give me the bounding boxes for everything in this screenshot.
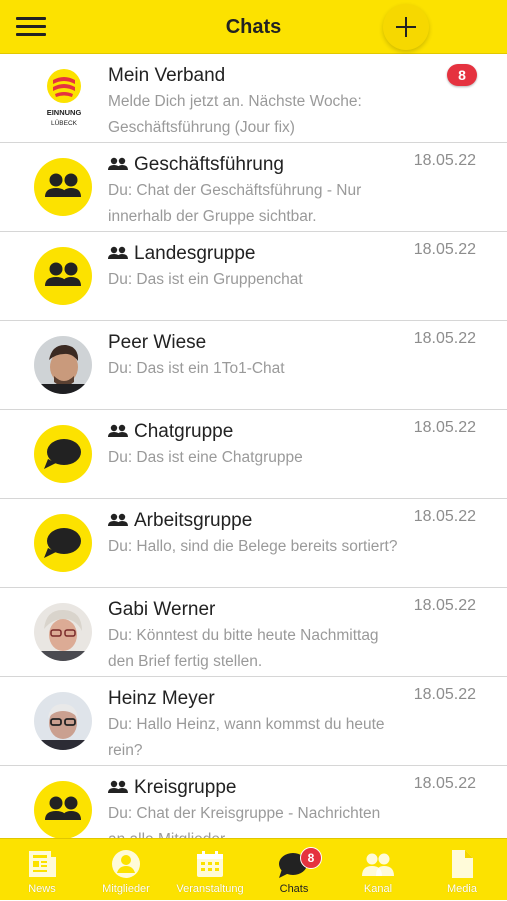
chat-name: Gabi Werner (108, 599, 216, 620)
chat-preview: Melde Dich jetzt an. Nächste Woche: Gesc… (108, 93, 362, 136)
newspaper-icon (29, 851, 56, 877)
tab-chats[interactable]: 8 Chats (252, 839, 336, 901)
group-icon (45, 796, 81, 820)
tab-media[interactable]: Media (420, 839, 504, 901)
group-avatar (34, 781, 92, 839)
chat-item-mein-verband[interactable]: EINNUNG LÜBECK Mein Verband Melde Dich j… (0, 54, 507, 143)
group-chat-icon (108, 246, 128, 259)
chat-name: Peer Wiese (108, 332, 207, 353)
svg-text:LÜBECK: LÜBECK (51, 119, 78, 127)
tab-label: Veranstaltung (176, 883, 244, 895)
chat-date: 18.05.22 (413, 686, 476, 703)
chat-item-heinz-meyer[interactable]: Heinz Meyer Du: Hallo Heinz, wann kommst… (0, 677, 507, 766)
tab-label: News (28, 883, 56, 895)
chat-name: Landesgruppe (134, 243, 256, 264)
chat-name-row: Arbeitsgruppe (108, 509, 252, 533)
chat-bubble-icon (44, 528, 81, 558)
chat-name: Mein Verband (108, 65, 226, 86)
document-icon (452, 850, 473, 878)
chat-bubble-avatar (34, 514, 92, 572)
tab-news[interactable]: News (0, 839, 84, 901)
chat-name: Kreisgruppe (134, 777, 237, 798)
avatar-photo (34, 336, 92, 394)
chat-name: Heinz Meyer (108, 688, 215, 709)
chat-name: Arbeitsgruppe (134, 510, 253, 531)
chat-date: 18.05.22 (413, 419, 476, 436)
group-icon (362, 853, 394, 876)
chat-name: Chatgruppe (134, 421, 234, 442)
chat-item-landesgruppe[interactable]: Landesgruppe Du: Das ist ein Gruppenchat… (0, 232, 507, 321)
chat-item-gabi-werner[interactable]: Gabi Werner Du: Könntest du bitte heute … (0, 588, 507, 677)
chat-date: 18.05.22 (413, 241, 476, 258)
tab-kanal[interactable]: Kanal (336, 839, 420, 901)
chat-item-chatgruppe[interactable]: Chatgruppe Du: Das ist eine Chatgruppe 1… (0, 410, 507, 499)
group-avatar (34, 247, 92, 305)
chat-preview: Du: Das ist eine Chatgruppe (108, 449, 303, 466)
bottom-tab-bar: News Mitglieder Veranstaltung 8 Chats Ka… (0, 838, 507, 900)
chat-date: 18.05.22 (413, 152, 476, 169)
avatar-photo (34, 603, 92, 661)
group-icon (45, 262, 81, 286)
chat-preview: Du: Hallo, sind die Belege bereits sorti… (108, 538, 398, 555)
chat-name-row: Kreisgruppe (108, 776, 236, 800)
chat-list: EINNUNG LÜBECK Mein Verband Melde Dich j… (0, 54, 507, 855)
group-avatar (34, 158, 92, 216)
chat-item-geschaeftsfuehrung[interactable]: Geschäftsführung Du: Chat der Geschäftsf… (0, 143, 507, 232)
tab-badge: 8 (300, 847, 322, 869)
chat-preview: Du: Könntest du bitte heute Nachmittag d… (108, 627, 379, 670)
chat-name-row: Geschäftsführung (108, 153, 284, 177)
tab-label: Kanal (363, 883, 393, 895)
tab-mitglieder[interactable]: Mitglieder (84, 839, 168, 901)
innung-luebeck-logo: EINNUNG LÜBECK (36, 66, 92, 132)
chat-item-peer-wiese[interactable]: Peer Wiese Du: Das ist ein 1To1-Chat 18.… (0, 321, 507, 410)
unread-badge: 8 (447, 64, 477, 86)
tab-label: Chats (279, 883, 309, 895)
tab-label: Media (447, 883, 477, 895)
add-chat-button[interactable] (383, 4, 429, 50)
chat-name: Geschäftsführung (134, 154, 284, 175)
chat-preview: Du: Hallo Heinz, wann kommst du heute re… (108, 716, 385, 759)
avatar-photo (34, 692, 92, 750)
chat-name-row: Chatgruppe (108, 420, 233, 444)
chat-preview: Du: Das ist ein 1To1-Chat (108, 360, 285, 377)
chat-date: 18.05.22 (413, 508, 476, 525)
chat-bubble-icon (44, 439, 81, 469)
chat-bubble-avatar (34, 425, 92, 483)
tab-veranstaltung[interactable]: Veranstaltung (168, 839, 252, 901)
tab-label: Mitglieder (102, 883, 150, 895)
group-icon (45, 173, 81, 197)
group-chat-icon (108, 157, 128, 170)
group-chat-icon (108, 424, 128, 437)
chat-item-arbeitsgruppe[interactable]: Arbeitsgruppe Du: Hallo, sind die Belege… (0, 499, 507, 588)
calendar-icon (197, 851, 223, 877)
chat-preview: Du: Das ist ein Gruppenchat (108, 271, 303, 288)
svg-text:EINNUNG: EINNUNG (47, 108, 82, 117)
chat-date: 18.05.22 (413, 775, 476, 792)
group-chat-icon (108, 780, 128, 793)
app-header: Chats (0, 0, 507, 54)
group-chat-icon (108, 513, 128, 526)
chat-date: 18.05.22 (413, 597, 476, 614)
user-icon (112, 850, 140, 878)
chat-date: 18.05.22 (413, 330, 476, 347)
chat-name-row: Landesgruppe (108, 242, 256, 266)
chat-preview: Du: Chat der Geschäftsführung - Nur inne… (108, 182, 362, 225)
page-title: Chats (225, 16, 282, 38)
